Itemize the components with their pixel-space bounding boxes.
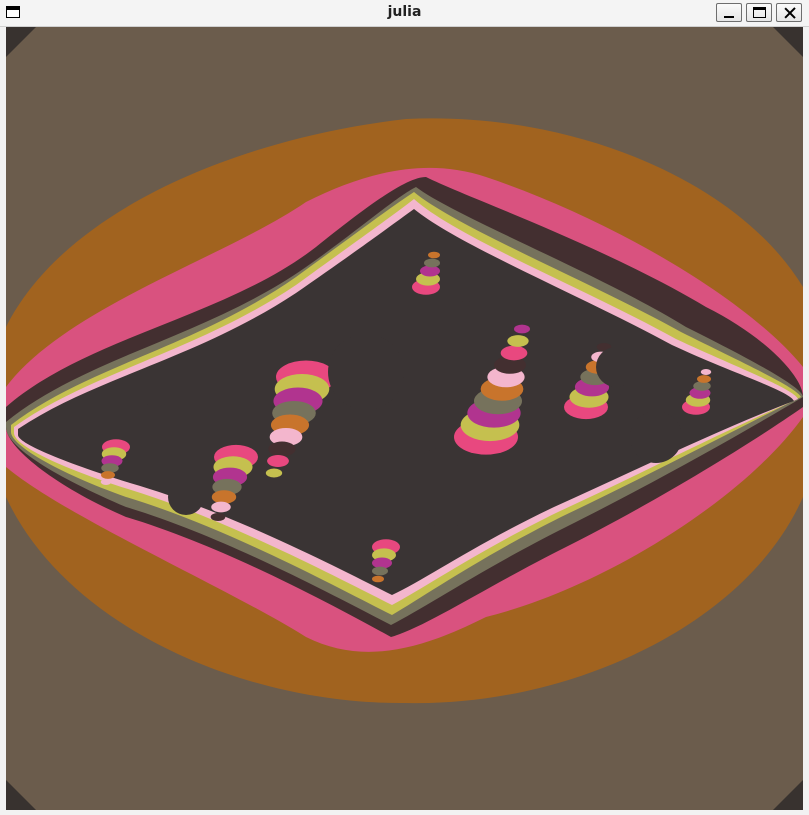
julia-window: julia — [0, 0, 809, 815]
interior-blob — [168, 479, 204, 515]
spiral-ring — [372, 566, 388, 576]
spiral-ring — [268, 441, 296, 457]
maximize-icon — [753, 7, 766, 18]
spiral-ring — [700, 369, 712, 375]
maximize-button[interactable] — [746, 3, 772, 22]
minimize-icon — [724, 16, 734, 18]
minimize-button[interactable] — [716, 3, 742, 22]
spiral-ring — [101, 471, 115, 479]
spiral-ring — [210, 512, 226, 522]
interior-blob — [596, 347, 636, 387]
interior-blob — [406, 447, 486, 527]
spiral-ring — [514, 324, 530, 334]
spiral-ring — [211, 501, 231, 513]
interior-blob — [320, 531, 352, 563]
spiral-ring — [428, 251, 440, 259]
interior-blob — [630, 411, 682, 463]
window-title: julia — [387, 4, 422, 20]
close-icon — [784, 7, 796, 19]
close-button[interactable] — [776, 3, 802, 22]
julia-fractal-image — [6, 27, 803, 810]
spiral-ring — [500, 345, 528, 361]
spiral-ring — [267, 455, 289, 467]
spiral-ring — [265, 468, 283, 478]
spiral-ring — [372, 575, 384, 583]
title-bar[interactable]: julia — [0, 0, 809, 27]
spiral-ring — [507, 335, 529, 347]
interior-blob — [450, 301, 482, 333]
spiral-ring — [100, 479, 112, 485]
spiral-ring — [424, 258, 440, 268]
interior-blob — [132, 403, 180, 451]
interior-blob — [328, 334, 404, 410]
spiral-ring — [697, 375, 711, 383]
fractal-canvas[interactable] — [6, 27, 803, 810]
spiral-ring — [211, 490, 237, 504]
